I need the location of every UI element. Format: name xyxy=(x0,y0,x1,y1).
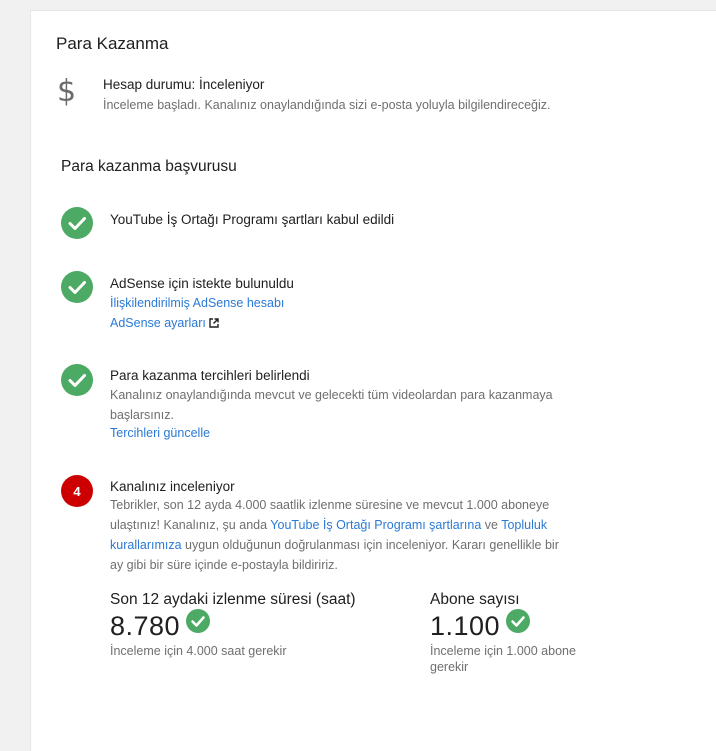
watch-time-note: İnceleme için 4.000 saat gerekir xyxy=(110,644,287,658)
step-description: Tebrikler, son 12 ayda 4.000 saatlik izl… xyxy=(110,498,550,512)
step-heading: AdSense için istekte bulunuldu xyxy=(110,276,294,291)
check-icon xyxy=(61,207,93,239)
subscribers-metric: 1.100 xyxy=(430,609,531,642)
community-guidelines-link[interactable]: kurallarımıza xyxy=(110,538,182,552)
check-icon xyxy=(186,609,211,633)
step-description: kurallarımıza uygun olduğunun doğrulanma… xyxy=(110,538,559,552)
watch-time-metric: 8.780 xyxy=(110,609,211,642)
partner-program-terms-link[interactable]: YouTube İş Ortağı Programı şartlarına xyxy=(270,518,481,532)
community-guidelines-link[interactable]: Topluluk xyxy=(501,518,547,532)
watch-time-label: Son 12 aydaki izlenme süresi (saat) xyxy=(110,591,356,608)
adsense-settings-link[interactable]: AdSense ayarları xyxy=(110,316,219,330)
step-heading: Kanalınız inceleniyor xyxy=(110,479,235,494)
subscribers-label: Abone sayısı xyxy=(430,591,520,608)
external-link-icon xyxy=(209,314,219,334)
watch-time-value: 8.780 xyxy=(110,611,181,641)
check-icon xyxy=(61,271,93,303)
adsense-settings-label: AdSense ayarları xyxy=(110,316,206,330)
adsense-account-link[interactable]: İlişkilendirilmiş AdSense hesabı xyxy=(110,296,284,310)
subscribers-value: 1.100 xyxy=(430,611,501,641)
step-number-badge: 4 xyxy=(61,475,93,507)
step-description: ay gibi bir süre içinde e-postayla bildi… xyxy=(110,558,338,572)
step-description: Kanalınız onaylandığında mevcut ve gelec… xyxy=(110,388,553,402)
step-heading: Para kazanma tercihleri belirlendi xyxy=(110,368,310,383)
account-status-title: Hesap durumu: İnceleniyor xyxy=(103,77,265,92)
section-title: Para kazanma başvurusu xyxy=(61,158,237,175)
monetization-card: Para Kazanma $ Hesap durumu: İnceleniyor… xyxy=(31,11,716,751)
account-status-description: İnceleme başladı. Kanalınız onaylandığın… xyxy=(103,98,551,112)
dollar-icon: $ xyxy=(57,74,77,109)
subscribers-note: gerekir xyxy=(430,660,469,674)
update-preferences-link[interactable]: Tercihleri güncelle xyxy=(110,426,210,440)
step-description: başlarsınız. xyxy=(110,408,174,422)
step-description: ulaştınız! Kanalınız, şu anda YouTube İş… xyxy=(110,518,548,532)
check-icon xyxy=(506,609,531,633)
page-title: Para Kazanma xyxy=(56,34,169,53)
subscribers-note: İnceleme için 1.000 abone xyxy=(430,644,576,658)
step-heading: YouTube İş Ortağı Programı şartları kabu… xyxy=(110,212,395,227)
check-icon xyxy=(61,364,93,396)
